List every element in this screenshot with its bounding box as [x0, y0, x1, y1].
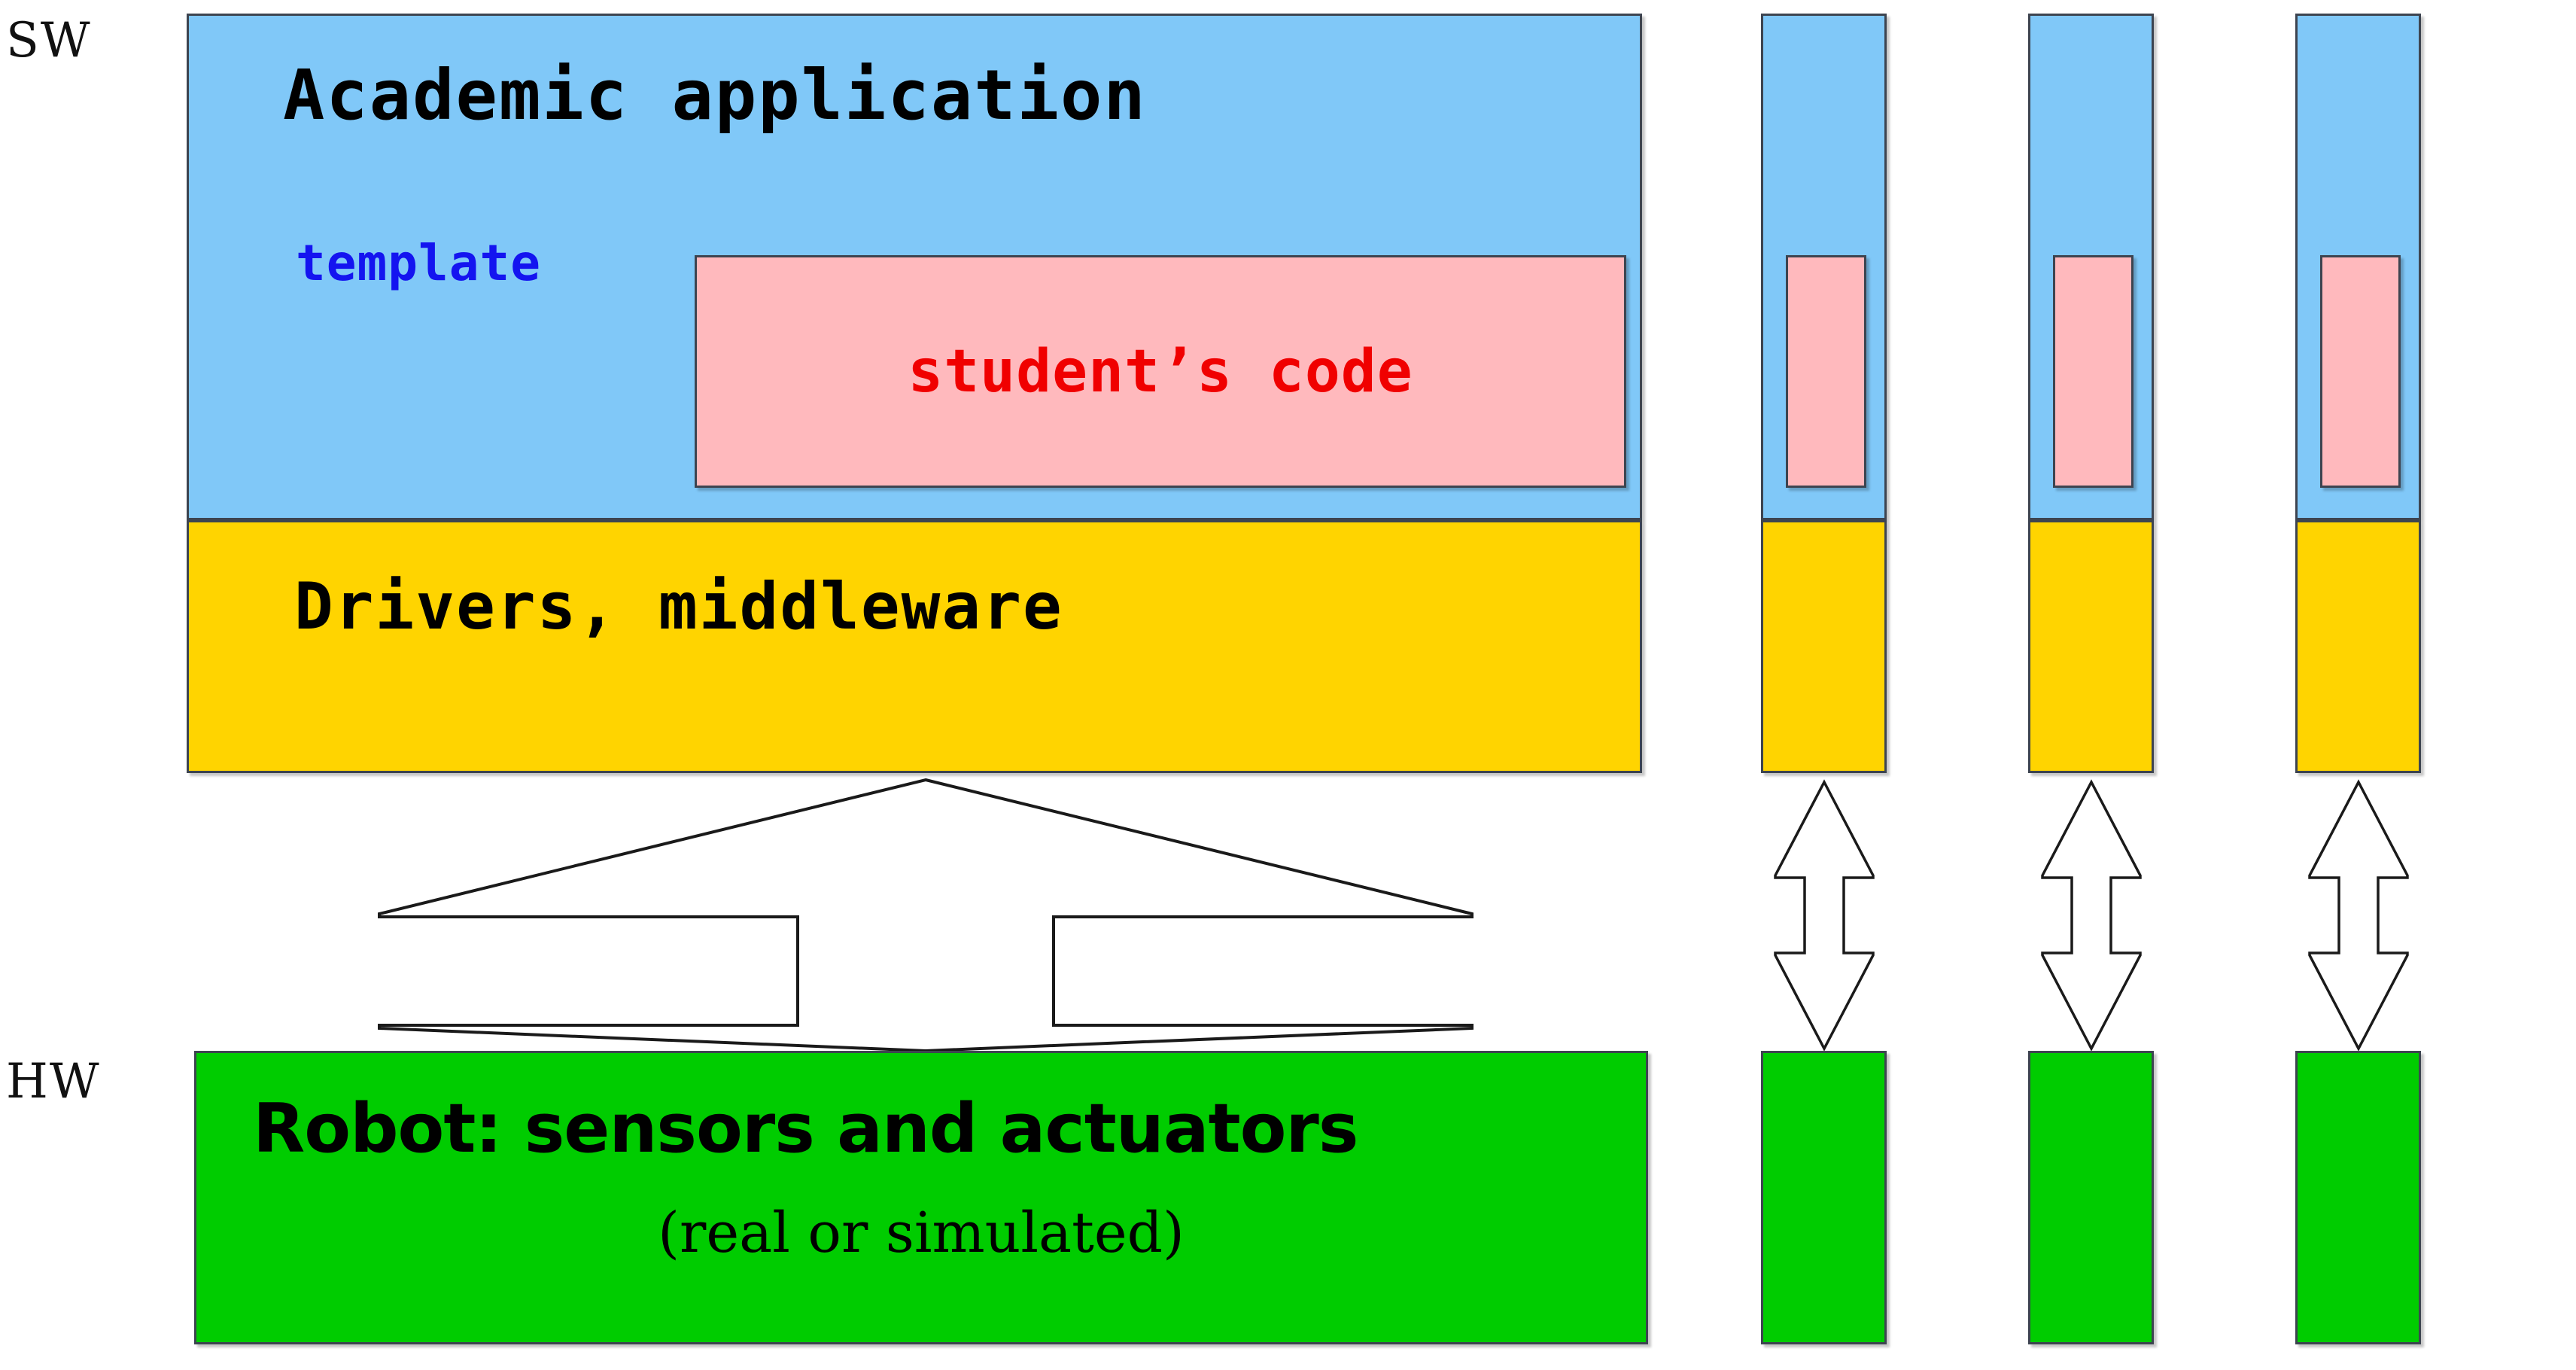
sw-hw-double-arrow: [376, 777, 1475, 1054]
column-hardware-block[interactable]: [2028, 1051, 2154, 1344]
hardware-layer-label: HW: [6, 1054, 101, 1110]
hardware-layer-block[interactable]: Robot: sensors and actuators (real or si…: [194, 1051, 1648, 1344]
double-headed-vertical-arrow-icon: [1774, 779, 1875, 1052]
mini-column-1: [1761, 0, 1889, 1370]
double-headed-vertical-arrow-icon: [378, 778, 1474, 1053]
middleware-layer-block[interactable]: Drivers, middleware: [187, 520, 1642, 773]
student-code-label: student’s code: [908, 337, 1413, 406]
hardware-layer-title: Robot: sensors and actuators: [253, 1089, 1358, 1168]
column-student-code-block[interactable]: [2320, 255, 2401, 488]
column-student-code-block[interactable]: [1786, 255, 1866, 488]
diagram-canvas: SW HW Academic application template stud…: [0, 0, 2576, 1370]
column-double-arrow: [2040, 779, 2143, 1052]
column-middleware-block[interactable]: [2295, 520, 2421, 773]
column-double-arrow: [1773, 779, 1875, 1052]
software-layer-label: SW: [6, 13, 92, 68]
column-application-block[interactable]: [2295, 14, 2421, 520]
middleware-layer-title: Drivers, middleware: [294, 569, 1063, 644]
column-middleware-block[interactable]: [2028, 520, 2154, 773]
application-layer-block[interactable]: Academic application template student’s …: [187, 14, 1642, 520]
application-layer-title: Academic application: [283, 55, 1147, 135]
column-application-block[interactable]: [1761, 14, 1887, 520]
student-code-block[interactable]: student’s code: [695, 255, 1626, 488]
column-hardware-block[interactable]: [1761, 1051, 1887, 1344]
hardware-layer-subtitle: (real or simulated): [658, 1201, 1185, 1265]
double-headed-vertical-arrow-icon: [2308, 779, 2409, 1052]
double-headed-vertical-arrow-icon: [2041, 779, 2142, 1052]
template-label: template: [296, 234, 541, 292]
mini-column-2: [2028, 0, 2156, 1370]
column-student-code-block[interactable]: [2053, 255, 2133, 488]
column-application-block[interactable]: [2028, 14, 2154, 520]
column-double-arrow: [2307, 779, 2410, 1052]
mini-column-3: [2295, 0, 2423, 1370]
column-middleware-block[interactable]: [1761, 520, 1887, 773]
column-hardware-block[interactable]: [2295, 1051, 2421, 1344]
